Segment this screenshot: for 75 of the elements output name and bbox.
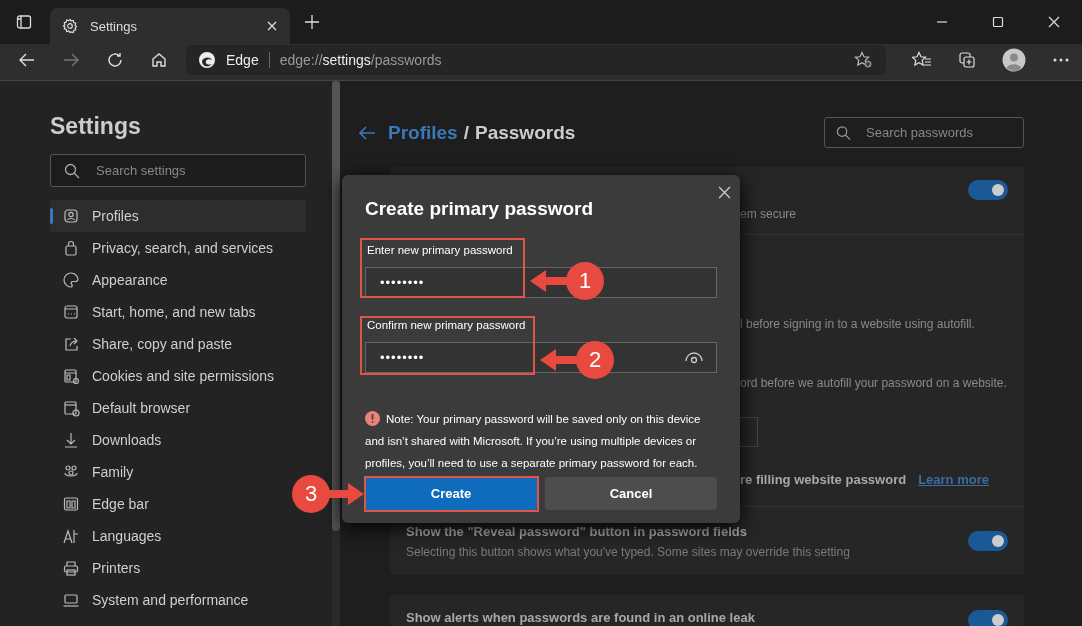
setting-title: re filling website password bbox=[740, 471, 907, 487]
setting-title: Show the "Reveal password" button in password fields bbox=[406, 523, 748, 539]
home-icon[interactable] bbox=[150, 51, 168, 69]
search-icon bbox=[64, 162, 80, 179]
forward-icon[interactable] bbox=[62, 51, 80, 69]
search-field[interactable]: Search passwords bbox=[824, 117, 1024, 148]
setting-description: ord before we autofill your password on a website. bbox=[740, 375, 1007, 390]
scrollbar[interactable] bbox=[332, 81, 340, 626]
more-icon[interactable] bbox=[1052, 57, 1070, 63]
note-text: Note: Your primary password will be saved only on this device and isn’t shared with Microsoft. If you’re using multiple devices or profiles, you’ll need to use a separate primary password for each. bbox=[365, 410, 702, 471]
back-icon[interactable] bbox=[18, 51, 36, 69]
create-button[interactable]: Create bbox=[365, 477, 537, 510]
maximize-icon[interactable] bbox=[992, 16, 1004, 28]
sidebar-item[interactable]: Edge bar bbox=[50, 488, 290, 520]
menu-item-icon bbox=[62, 527, 80, 545]
setting-description: Selecting this button shows what you've typed. Some sites may override this setting bbox=[406, 544, 850, 559]
sidebar-item[interactable]: Printers bbox=[50, 552, 290, 584]
eye-icon[interactable] bbox=[685, 352, 703, 364]
back-arrow-icon[interactable] bbox=[358, 124, 376, 141]
site-name: Edge bbox=[226, 52, 259, 68]
sidebar-item[interactable]: Downloads bbox=[50, 424, 290, 456]
dialog-title: Create primary password bbox=[365, 197, 594, 221]
sidebar-item[interactable]: Start, home, and new tabs bbox=[50, 296, 290, 328]
cancel-button[interactable]: Cancel bbox=[545, 477, 717, 510]
collections-icon[interactable] bbox=[958, 51, 976, 69]
sidebar-title: Settings bbox=[50, 113, 142, 140]
sidebar-item[interactable]: System and performance bbox=[50, 584, 290, 616]
sidebar-item[interactable]: Languages bbox=[50, 520, 290, 552]
close-icon[interactable] bbox=[1048, 16, 1060, 28]
url-text: edge://settings/passwords bbox=[279, 52, 442, 68]
toggle-switch[interactable] bbox=[968, 610, 1008, 626]
field-label: Confirm new primary password bbox=[366, 318, 527, 332]
menu-item-icon bbox=[62, 239, 80, 257]
menu-item-icon bbox=[62, 207, 80, 225]
toggle-switch[interactable] bbox=[968, 531, 1008, 551]
edge-logo-icon bbox=[198, 51, 216, 69]
setting-description: em secure bbox=[740, 207, 797, 221]
breadcrumb-link[interactable]: Profiles bbox=[388, 121, 458, 144]
sidebar-item[interactable]: Privacy, search, and services bbox=[50, 232, 290, 264]
add-favorite-icon[interactable] bbox=[854, 51, 874, 69]
search-icon bbox=[836, 125, 851, 140]
sidebar-item[interactable]: Default browser bbox=[50, 392, 290, 424]
gear-icon bbox=[62, 18, 78, 34]
sidebar-item[interactable]: Family bbox=[50, 456, 290, 488]
menu-item-icon bbox=[62, 303, 80, 321]
favorites-icon[interactable] bbox=[912, 51, 932, 69]
menu-item-icon bbox=[62, 431, 80, 449]
new-tab-icon[interactable] bbox=[304, 14, 320, 30]
breadcrumb-separator: / bbox=[463, 121, 469, 144]
tab-actions-icon[interactable] bbox=[16, 14, 32, 30]
page-title: Passwords bbox=[475, 121, 576, 144]
browser-tab[interactable]: Settings bbox=[50, 8, 290, 44]
toggle-switch[interactable] bbox=[968, 180, 1008, 200]
avatar-icon[interactable] bbox=[1002, 48, 1026, 72]
menu-item-icon bbox=[62, 335, 80, 353]
sidebar-item[interactable]: Cookies and site permissions bbox=[50, 360, 290, 392]
tab-title: Settings bbox=[90, 18, 138, 34]
sidebar-item[interactable]: Profiles bbox=[50, 200, 306, 232]
menu-item-icon bbox=[62, 495, 80, 513]
scrollbar-thumb[interactable] bbox=[332, 81, 340, 531]
menu-item-icon bbox=[62, 367, 80, 385]
menu-item-icon bbox=[62, 559, 80, 577]
menu-item-icon bbox=[62, 591, 80, 609]
setting-title: Show alerts when passwords are found in an online leak bbox=[406, 610, 755, 625]
warning-icon bbox=[365, 411, 380, 426]
refresh-icon[interactable] bbox=[106, 51, 124, 69]
close-icon[interactable] bbox=[718, 186, 731, 199]
menu-item-icon bbox=[62, 271, 80, 289]
search-field[interactable]: Search settings bbox=[50, 154, 306, 187]
field-label: Enter new primary password bbox=[366, 243, 514, 257]
close-icon[interactable] bbox=[266, 20, 278, 32]
sidebar-item[interactable]: Share, copy and paste bbox=[50, 328, 290, 360]
sidebar-item[interactable]: Appearance bbox=[50, 264, 290, 296]
address-bar[interactable]: Edge edge://settings/passwords bbox=[186, 45, 886, 75]
menu-item-icon bbox=[62, 399, 80, 417]
